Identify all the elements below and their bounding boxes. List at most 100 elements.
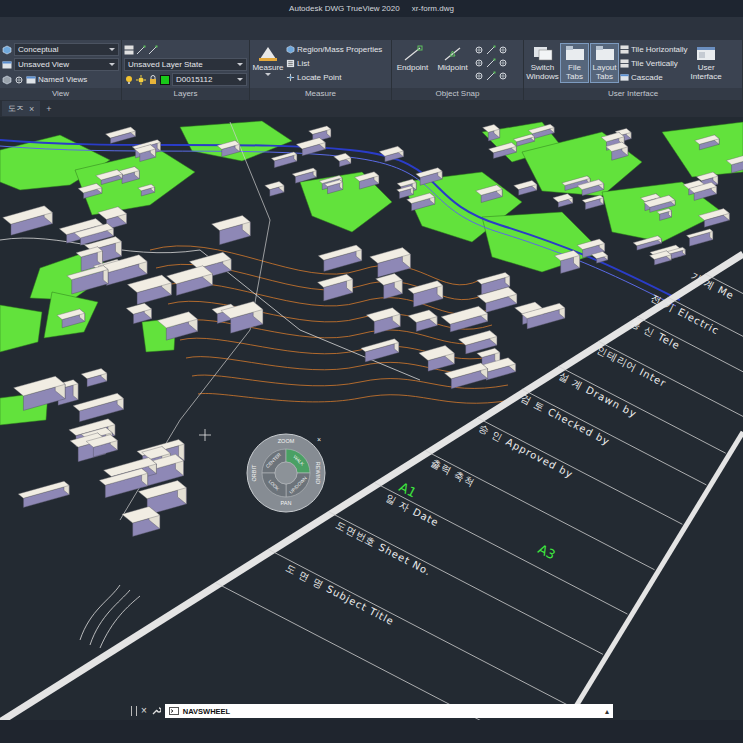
building <box>379 146 403 161</box>
measure-item[interactable]: List <box>286 57 382 69</box>
visual-style-icon <box>2 45 12 55</box>
new-tab-button[interactable]: + <box>46 104 51 114</box>
green-area <box>300 172 392 232</box>
app-title: Autodesk DWG TrueView 2020 <box>289 4 400 13</box>
bulb-icon <box>124 75 134 85</box>
wheel-button[interactable]: REWIND <box>315 462 321 484</box>
green-area <box>44 292 98 338</box>
snap-button[interactable]: Endpoint <box>394 43 431 74</box>
crosshair <box>199 429 211 441</box>
green-area <box>522 132 642 196</box>
command-close[interactable]: × <box>141 706 147 716</box>
building <box>689 182 717 200</box>
building <box>127 275 171 305</box>
command-history-toggle[interactable]: ▴ <box>605 707 609 716</box>
layer-state-dropdown[interactable]: Unsaved Layer State <box>124 58 247 71</box>
navigation-wheel[interactable]: ZOOMREWINDPANORBITCENTERWALKUP/DOWNLOOK× <box>244 431 328 515</box>
building <box>67 266 108 294</box>
building <box>18 481 69 507</box>
title-block-label: 도 면 명 Subject Title <box>284 562 396 627</box>
prompt-icon <box>169 706 179 716</box>
snap-button[interactable]: Midpoint <box>434 43 471 74</box>
views-icon <box>26 75 36 85</box>
snap-mode-icon <box>474 45 484 55</box>
building <box>361 339 399 362</box>
building <box>606 142 628 160</box>
building <box>317 274 352 301</box>
building <box>157 312 197 340</box>
contour-line <box>198 393 512 403</box>
command-grip[interactable] <box>131 706 137 716</box>
ribbon-tab-row <box>0 17 743 40</box>
object-snap-panel: EndpointMidpointObject Snap <box>392 40 524 100</box>
building <box>407 193 435 211</box>
command-input[interactable]: NAVSWHEEL▴ <box>165 704 613 718</box>
visual-style-dropdown[interactable]: Conceptual <box>14 43 119 56</box>
snap-mode-icon <box>486 71 496 81</box>
building <box>726 156 743 173</box>
river-bank <box>0 146 676 306</box>
endpoint-icon <box>402 45 424 62</box>
tab-close[interactable]: × <box>29 104 34 114</box>
wheel-close[interactable]: × <box>317 436 321 443</box>
tabs-icon <box>594 45 616 62</box>
building <box>554 250 579 273</box>
measure-button[interactable]: Measure <box>252 43 284 78</box>
list-icon <box>286 59 295 68</box>
snap-mode-icon <box>474 71 484 81</box>
file-name: xr-form.dwg <box>412 4 454 13</box>
building <box>408 281 443 307</box>
window-arrange-item[interactable]: Cascade <box>620 71 688 83</box>
named-view-dropdown[interactable]: Unsaved View <box>14 58 119 71</box>
measure-item[interactable]: Locate Point <box>286 71 382 83</box>
title-block-border <box>0 254 743 720</box>
wrench-icon <box>151 706 161 716</box>
building <box>376 274 403 299</box>
wheel-button[interactable]: ORBIT <box>251 464 257 481</box>
ui-toggle-button[interactable]: File Tabs <box>560 43 589 83</box>
wheel-button[interactable]: PAN <box>281 500 292 506</box>
model-space-drawing[interactable]: 기 계 Me전 기 Electric통 신 Tele인테리어 Inter설 계 … <box>0 117 743 720</box>
named-views-button[interactable]: Named Views <box>2 73 119 86</box>
layer-dropdown[interactable]: D0015112 <box>172 73 247 86</box>
file-tabs: 도ㅈ× + <box>0 100 743 117</box>
user-interface-button[interactable]: User Interface <box>689 43 724 83</box>
building <box>686 229 712 246</box>
layer-properties-icon <box>124 45 134 55</box>
title-block-rule <box>374 482 627 614</box>
building <box>325 180 343 194</box>
green-area <box>602 182 722 242</box>
view-cube-icon <box>2 75 12 85</box>
building <box>591 251 607 263</box>
layer-color-swatch <box>160 75 170 85</box>
ui-toggle-button[interactable]: Layout Tabs <box>590 43 619 83</box>
title-block-rule <box>215 582 543 720</box>
building <box>138 184 155 196</box>
panel-label: Layers <box>122 88 249 100</box>
building <box>81 368 107 386</box>
tiles-icon <box>620 59 629 68</box>
window-arrange-item[interactable]: Tile Vertically <box>620 57 688 69</box>
title-block-label: 인테리어 Inter <box>595 344 668 389</box>
window-arrange-item[interactable]: Tile Horizontally <box>620 43 688 55</box>
title-block-rule <box>328 511 603 654</box>
ribbon: ConceptualUnsaved ViewNamed ViewsViewUns… <box>0 40 743 100</box>
drawing-canvas[interactable]: 기 계 Me전 기 Electric통 신 Tele인테리어 Inter설 계 … <box>0 117 743 720</box>
snap-mode-icon <box>474 58 484 68</box>
building <box>355 172 379 189</box>
building <box>633 236 661 250</box>
building <box>370 248 411 278</box>
title-block-border <box>575 432 743 708</box>
snap-mode-icon <box>486 45 496 55</box>
title-block-label: 출력 축척 <box>429 457 477 489</box>
dwg-trueview-window: Autodesk DWG TrueView 2020 xr-form.dwg Con… <box>0 0 743 743</box>
file-tab[interactable]: 도ㅈ× <box>2 101 40 116</box>
ui-toggle-button[interactable]: Switch Windows <box>526 43 559 83</box>
title-block-rule <box>425 450 655 569</box>
tiles-icon <box>620 45 629 54</box>
building <box>318 245 361 271</box>
building <box>117 167 139 184</box>
measure-item[interactable]: Region/Mass Properties <box>286 43 382 55</box>
wheel-button[interactable]: ZOOM <box>278 438 295 444</box>
building <box>78 183 102 198</box>
